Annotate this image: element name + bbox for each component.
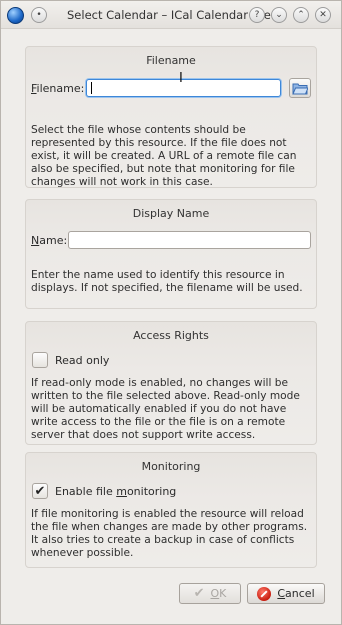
keep-above-button[interactable]: • (31, 7, 47, 23)
text-caret (91, 82, 92, 94)
cancel-label: Cancel (277, 587, 315, 600)
cancel-icon (257, 586, 272, 601)
folder-open-icon (292, 83, 308, 95)
close-icon: ✕ (319, 9, 327, 20)
display-name-group-title: Display Name (132, 207, 210, 220)
monitoring-group-title: Monitoring (141, 460, 201, 473)
enable-monitoring-checkbox[interactable]: ✔ (32, 483, 48, 499)
dialog-window: • Select Calendar – ICal Calendar File ?… (0, 0, 342, 625)
enable-monitoring-label[interactable]: Enable file monitoring (55, 485, 176, 498)
display-name-group: Display Name Name: Enter the name used t… (25, 199, 317, 309)
dot-icon: • (36, 9, 42, 20)
filename-description: Select the file whose contents should be… (31, 124, 297, 188)
close-button[interactable]: ✕ (315, 7, 331, 23)
cancel-button[interactable]: Cancel (247, 583, 325, 604)
read-only-checkbox[interactable] (32, 352, 48, 368)
chevron-up-icon: ⌃ (297, 9, 305, 20)
access-rights-group-title: Access Rights (133, 329, 209, 342)
browse-file-button[interactable] (289, 78, 311, 98)
name-label: Name: (31, 234, 68, 247)
filename-label: Filename: (31, 82, 85, 95)
title-bar[interactable]: • Select Calendar – ICal Calendar File ?… (1, 1, 341, 29)
minimize-button[interactable]: ⌄ (271, 7, 287, 23)
display-name-input[interactable] (68, 231, 311, 249)
app-globe-icon[interactable] (7, 7, 24, 24)
ok-label: OK (210, 587, 227, 600)
display-name-description: Enter the name used to identify this res… (31, 269, 303, 294)
window-title: Select Calendar – ICal Calendar File (67, 8, 271, 22)
ibeam-cursor-icon: I (179, 71, 183, 86)
monitoring-group: Monitoring ✔ Enable file monitoring If f… (25, 452, 317, 568)
filename-group: Filename Filename: Select the file whose… (25, 46, 317, 188)
checkmark-icon: ✔ (193, 586, 205, 601)
maximize-button[interactable]: ⌃ (293, 7, 309, 23)
filename-group-title: Filename (146, 54, 196, 67)
question-icon: ? (254, 9, 260, 20)
read-only-label[interactable]: Read only (55, 354, 109, 367)
checkmark-icon: ✔ (34, 483, 46, 499)
ok-button[interactable]: ✔ OK (179, 583, 241, 604)
chevron-down-icon: ⌄ (275, 9, 283, 20)
access-rights-description: If read-only mode is enabled, no changes… (31, 377, 300, 441)
help-button[interactable]: ? (249, 7, 265, 23)
access-rights-group: Access Rights Read only If read-only mod… (25, 321, 317, 445)
monitoring-description: If file monitoring is enabled the resour… (31, 508, 308, 559)
